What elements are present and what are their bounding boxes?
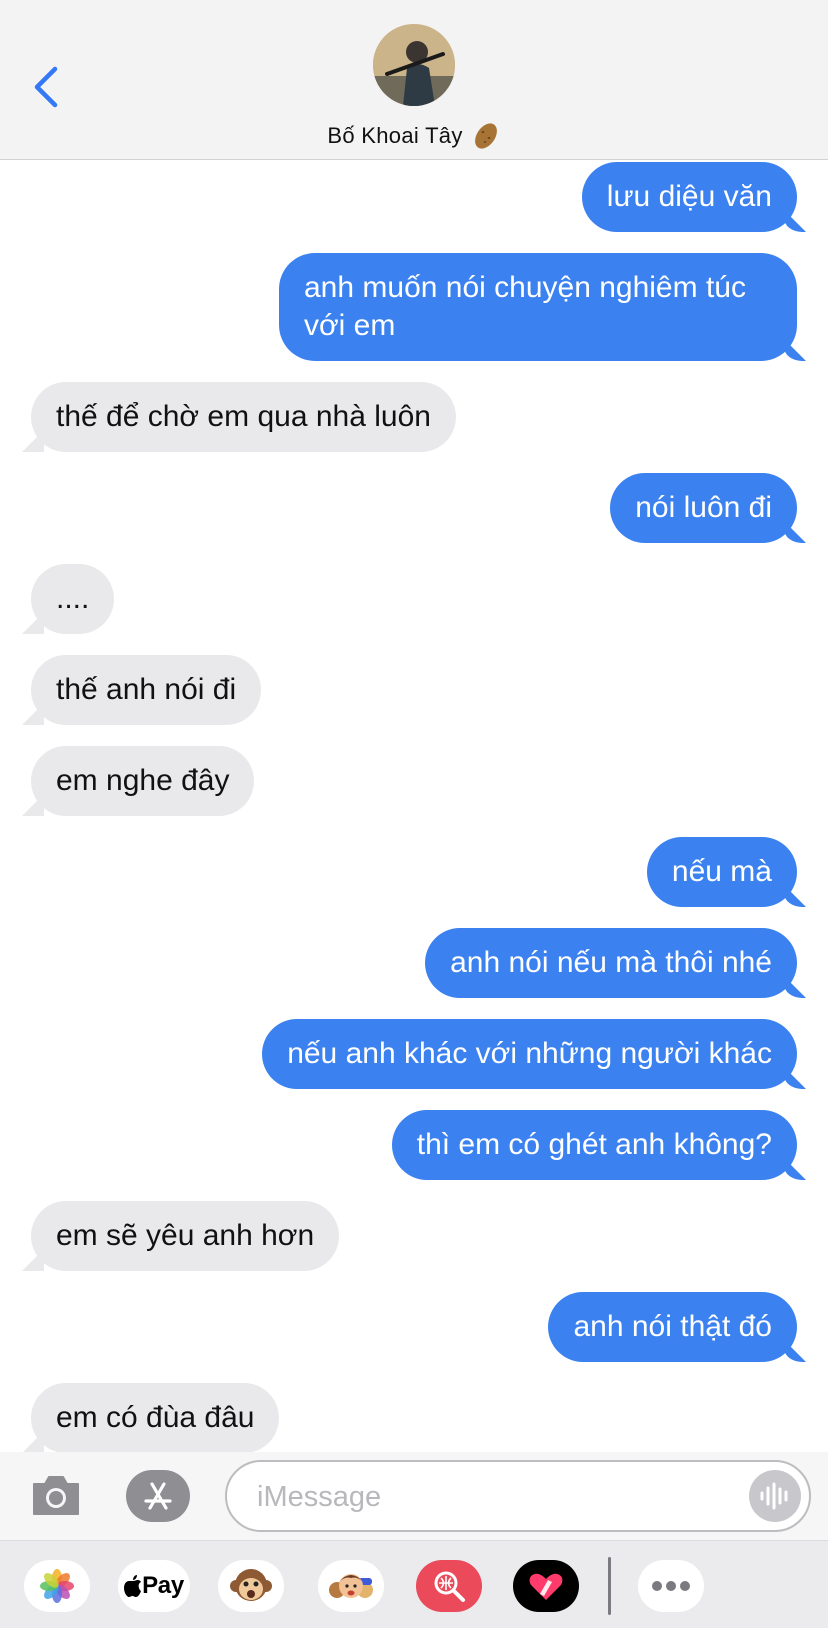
voice-message-button[interactable] (749, 1470, 801, 1522)
message-text: em nghe đây (56, 764, 230, 797)
message-text: lưu diệu văn (606, 180, 772, 213)
chevron-left-icon (34, 66, 58, 108)
avatar-image (373, 24, 455, 106)
message-text: .... (56, 582, 90, 615)
message-bubble-incoming[interactable]: .... (31, 564, 115, 634)
image-search-icon (434, 1571, 465, 1602)
contact-avatar[interactable] (373, 24, 455, 106)
contact-name-row[interactable]: Bố Khoai Tây (0, 116, 828, 156)
message-text: nói luôn đi (635, 491, 772, 524)
composer-bar (0, 1452, 828, 1540)
photos-app-button[interactable] (24, 1560, 90, 1612)
potato-icon (474, 123, 497, 149)
camera-icon (33, 1476, 79, 1515)
message-text: thế anh nói đi (56, 673, 237, 706)
digital-touch-icon (529, 1573, 563, 1600)
contact-name: Bố Khoai Tây (327, 123, 463, 148)
back-button[interactable] (26, 62, 66, 112)
app-drawer: Pay (0, 1540, 828, 1628)
message-bubble-outgoing[interactable]: lưu diệu văn (581, 162, 797, 232)
message-text: em sẽ yêu anh hơn (56, 1219, 315, 1252)
message-bubble-outgoing[interactable]: anh nói nếu mà thôi nhé (425, 928, 797, 998)
image-search-app-button[interactable] (416, 1560, 482, 1612)
apple-pay-button[interactable]: Pay (118, 1560, 190, 1612)
app-store-icon (144, 1482, 172, 1510)
more-icon (652, 1581, 690, 1591)
message-input-field[interactable] (225, 1460, 811, 1532)
message-thread: lưu diệu văn anh muốn nói chuyện nghiêm … (0, 160, 828, 1452)
message-bubble-incoming[interactable]: em nghe đây (31, 746, 255, 816)
animoji-app-button[interactable] (218, 1560, 284, 1612)
memoji-app-button[interactable] (318, 1560, 384, 1612)
message-text: thế để chờ em qua nhà luôn (56, 400, 431, 433)
waveform-icon (760, 1482, 788, 1510)
apple-pay-label: Pay (142, 1572, 184, 1599)
message-input[interactable] (257, 1480, 697, 1514)
more-apps-button[interactable] (638, 1560, 704, 1612)
message-bubble-outgoing[interactable]: thì em có ghét anh không? (391, 1110, 797, 1180)
message-bubble-incoming[interactable]: em sẽ yêu anh hơn (31, 1201, 340, 1271)
message-text: nếu mà (671, 855, 772, 888)
message-bubble-outgoing[interactable]: nếu mà (646, 837, 797, 907)
message-bubble-outgoing[interactable]: nói luôn đi (610, 473, 797, 543)
message-text: anh nói nếu mà thôi nhé (450, 946, 772, 979)
message-bubble-incoming[interactable]: thế anh nói đi (31, 655, 262, 725)
app-store-button[interactable] (126, 1470, 190, 1522)
message-bubble-incoming[interactable]: thế để chờ em qua nhà luôn (31, 382, 456, 452)
message-bubble-incoming[interactable]: em có đùa đâu (31, 1383, 280, 1452)
memoji-icon (329, 1574, 373, 1598)
message-text: anh muốn nói chuyện nghiêm túc với em (304, 271, 746, 342)
message-bubble-outgoing[interactable]: anh muốn nói chuyện nghiêm túc với em (279, 253, 797, 361)
message-text: nếu anh khác với những người khác (287, 1037, 772, 1070)
camera-button[interactable] (30, 1470, 82, 1522)
apple-pay-icon (124, 1575, 142, 1597)
message-text: em có đùa đâu (56, 1401, 255, 1434)
message-bubble-outgoing[interactable]: nếu anh khác với những người khác (262, 1019, 797, 1089)
message-text: anh nói thật đó (573, 1310, 772, 1343)
message-bubble-outgoing[interactable]: anh nói thật đó (548, 1292, 797, 1362)
monkey-emoji-icon (230, 1569, 272, 1601)
message-text: thì em có ghét anh không? (416, 1128, 772, 1161)
photos-icon (40, 1569, 74, 1603)
conversation-header: Bố Khoai Tây (0, 0, 828, 160)
tray-divider (608, 1557, 611, 1615)
digital-touch-app-button[interactable] (513, 1560, 579, 1612)
